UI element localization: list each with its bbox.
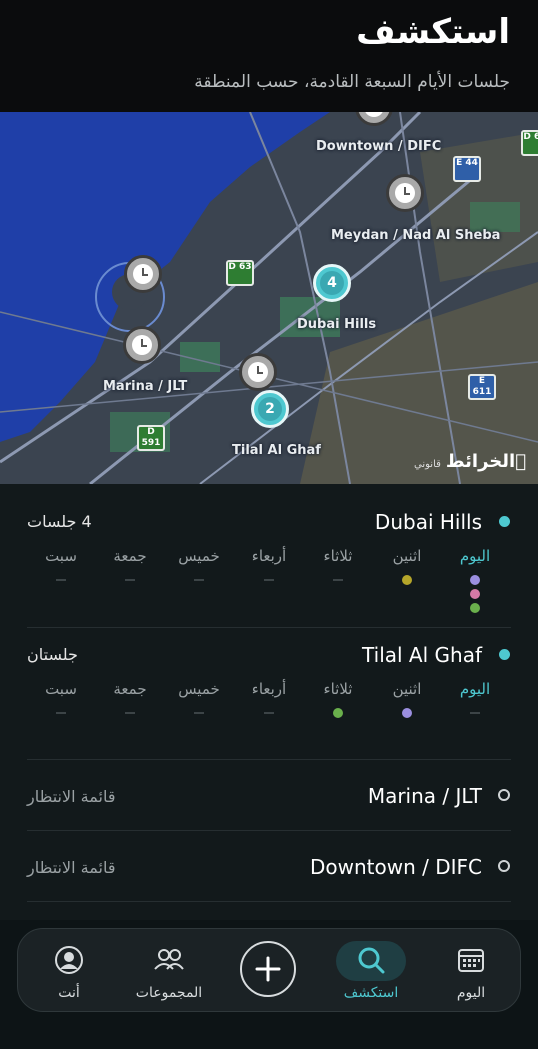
session-count: جلستان xyxy=(27,645,78,664)
legal-link[interactable]: قانوني xyxy=(414,459,441,470)
clock-icon xyxy=(395,183,415,203)
day-label: سبت xyxy=(45,680,77,698)
tab-label: استكشف xyxy=(343,985,399,1001)
page-title: استكشف xyxy=(356,12,510,52)
empty-day-dash xyxy=(264,712,274,714)
location-pin[interactable] xyxy=(123,326,161,364)
search-icon xyxy=(358,947,385,974)
status-dot xyxy=(499,649,510,660)
session-count: 4 جلسات xyxy=(27,512,92,531)
location-pin[interactable] xyxy=(239,353,277,391)
area-name: Dubai Hills xyxy=(374,510,482,534)
divider xyxy=(27,901,511,902)
waitlist-label: قائمة الانتظار xyxy=(27,787,116,806)
day-label: أربعاء xyxy=(251,547,287,565)
day-label: جمعة xyxy=(113,547,147,565)
tab-groups[interactable]: المجموعات xyxy=(124,929,214,1013)
divider xyxy=(27,759,511,760)
people-icon xyxy=(154,949,184,970)
session-dot[interactable] xyxy=(402,575,412,585)
session-dot[interactable] xyxy=(470,589,480,599)
divider xyxy=(27,830,511,831)
header: استكشف جلسات الأيام السبعة القادمة، حسب … xyxy=(0,0,538,112)
status-dot xyxy=(499,516,510,527)
day-label: أربعاء xyxy=(251,680,287,698)
clock-icon xyxy=(132,335,152,355)
empty-day-dash xyxy=(333,579,343,581)
add-button[interactable] xyxy=(240,941,296,997)
area-name: Marina / JLT xyxy=(367,784,482,808)
day-label: جمعة xyxy=(113,680,147,698)
day-label: خميس xyxy=(178,680,220,698)
tab-bar: اليوم استكشف المجموعات أنت xyxy=(17,928,521,1012)
day-label: خميس xyxy=(178,547,220,565)
empty-day-dash xyxy=(125,579,135,581)
location-pin[interactable] xyxy=(124,255,162,293)
day-label: سبت xyxy=(45,547,77,565)
day-label: ثلاثاء xyxy=(323,680,353,698)
session-dot[interactable] xyxy=(470,575,480,585)
session-dot[interactable] xyxy=(333,708,343,718)
clock-icon xyxy=(364,112,384,117)
areas-sheet[interactable]: Dubai Hills 4 جلسات اليوم اثنين ثلاثاء أربع… xyxy=(0,484,538,920)
apple-logo-icon:  xyxy=(515,451,526,472)
map-label: Tilal Al Ghaf xyxy=(232,443,321,458)
empty-day-dash xyxy=(56,579,66,581)
day-label: اليوم xyxy=(459,680,491,698)
tab-you[interactable]: أنت xyxy=(24,929,114,1013)
cluster-count: 2 xyxy=(258,397,282,421)
clock-icon xyxy=(133,264,153,284)
map-label: Marina / JLT xyxy=(103,379,188,394)
day-label: ثلاثاء xyxy=(323,547,353,565)
day-label: اثنين xyxy=(392,680,422,698)
cluster-count: 4 xyxy=(320,271,344,295)
road-shield: D 62 xyxy=(521,130,538,156)
page-subtitle: جلسات الأيام السبعة القادمة، حسب المنطقة xyxy=(194,72,510,92)
empty-day-dash xyxy=(56,712,66,714)
empty-day-dash xyxy=(194,579,204,581)
empty-day-dash xyxy=(264,579,274,581)
tab-label: أنت xyxy=(58,985,80,1001)
empty-day-dash xyxy=(194,712,204,714)
tab-label: المجموعات xyxy=(135,985,203,1001)
cluster-pin-tilal-al-ghaf[interactable]: 2 xyxy=(251,390,289,428)
session-dot[interactable] xyxy=(402,708,412,718)
divider xyxy=(27,627,511,628)
road-shield: E 611 xyxy=(468,374,496,400)
tab-today[interactable]: اليوم xyxy=(426,929,516,1013)
location-pin[interactable] xyxy=(386,174,424,212)
session-dot[interactable] xyxy=(470,603,480,613)
waitlist-label: قائمة الانتظار xyxy=(27,858,116,877)
day-label: اليوم xyxy=(459,547,491,565)
tab-label: اليوم xyxy=(456,985,486,1001)
clock-icon xyxy=(248,362,268,382)
sheet-grabber[interactable] xyxy=(0,484,538,498)
road-shield: D 591 xyxy=(137,425,165,451)
area-name: Tilal Al Ghaf xyxy=(362,643,482,667)
day-label: اثنين xyxy=(392,547,422,565)
road-shield: E 44 xyxy=(453,156,481,182)
calendar-icon xyxy=(458,949,484,972)
status-dot xyxy=(498,789,510,801)
empty-day-dash xyxy=(125,712,135,714)
area-name: Downtown / DIFC xyxy=(309,855,482,879)
road-shield: D 63 xyxy=(226,260,254,286)
plus-icon xyxy=(255,956,281,982)
map-view[interactable]: 4 2 D 63 D 591 E 44 E 611 D 62 Downtown … xyxy=(0,112,538,484)
empty-day-dash xyxy=(470,712,480,714)
map-label: Dubai Hills xyxy=(297,317,377,332)
profile-icon xyxy=(55,946,83,974)
tab-explore[interactable]: استكشف xyxy=(326,929,416,1013)
cluster-pin-dubai-hills[interactable]: 4 xyxy=(313,264,351,302)
map-label: Meydan / Nad Al Sheba xyxy=(331,228,501,243)
status-dot xyxy=(498,860,510,872)
maps-attribution: الخرائط xyxy=(446,451,526,472)
map-label: Downtown / DIFC xyxy=(316,139,442,154)
